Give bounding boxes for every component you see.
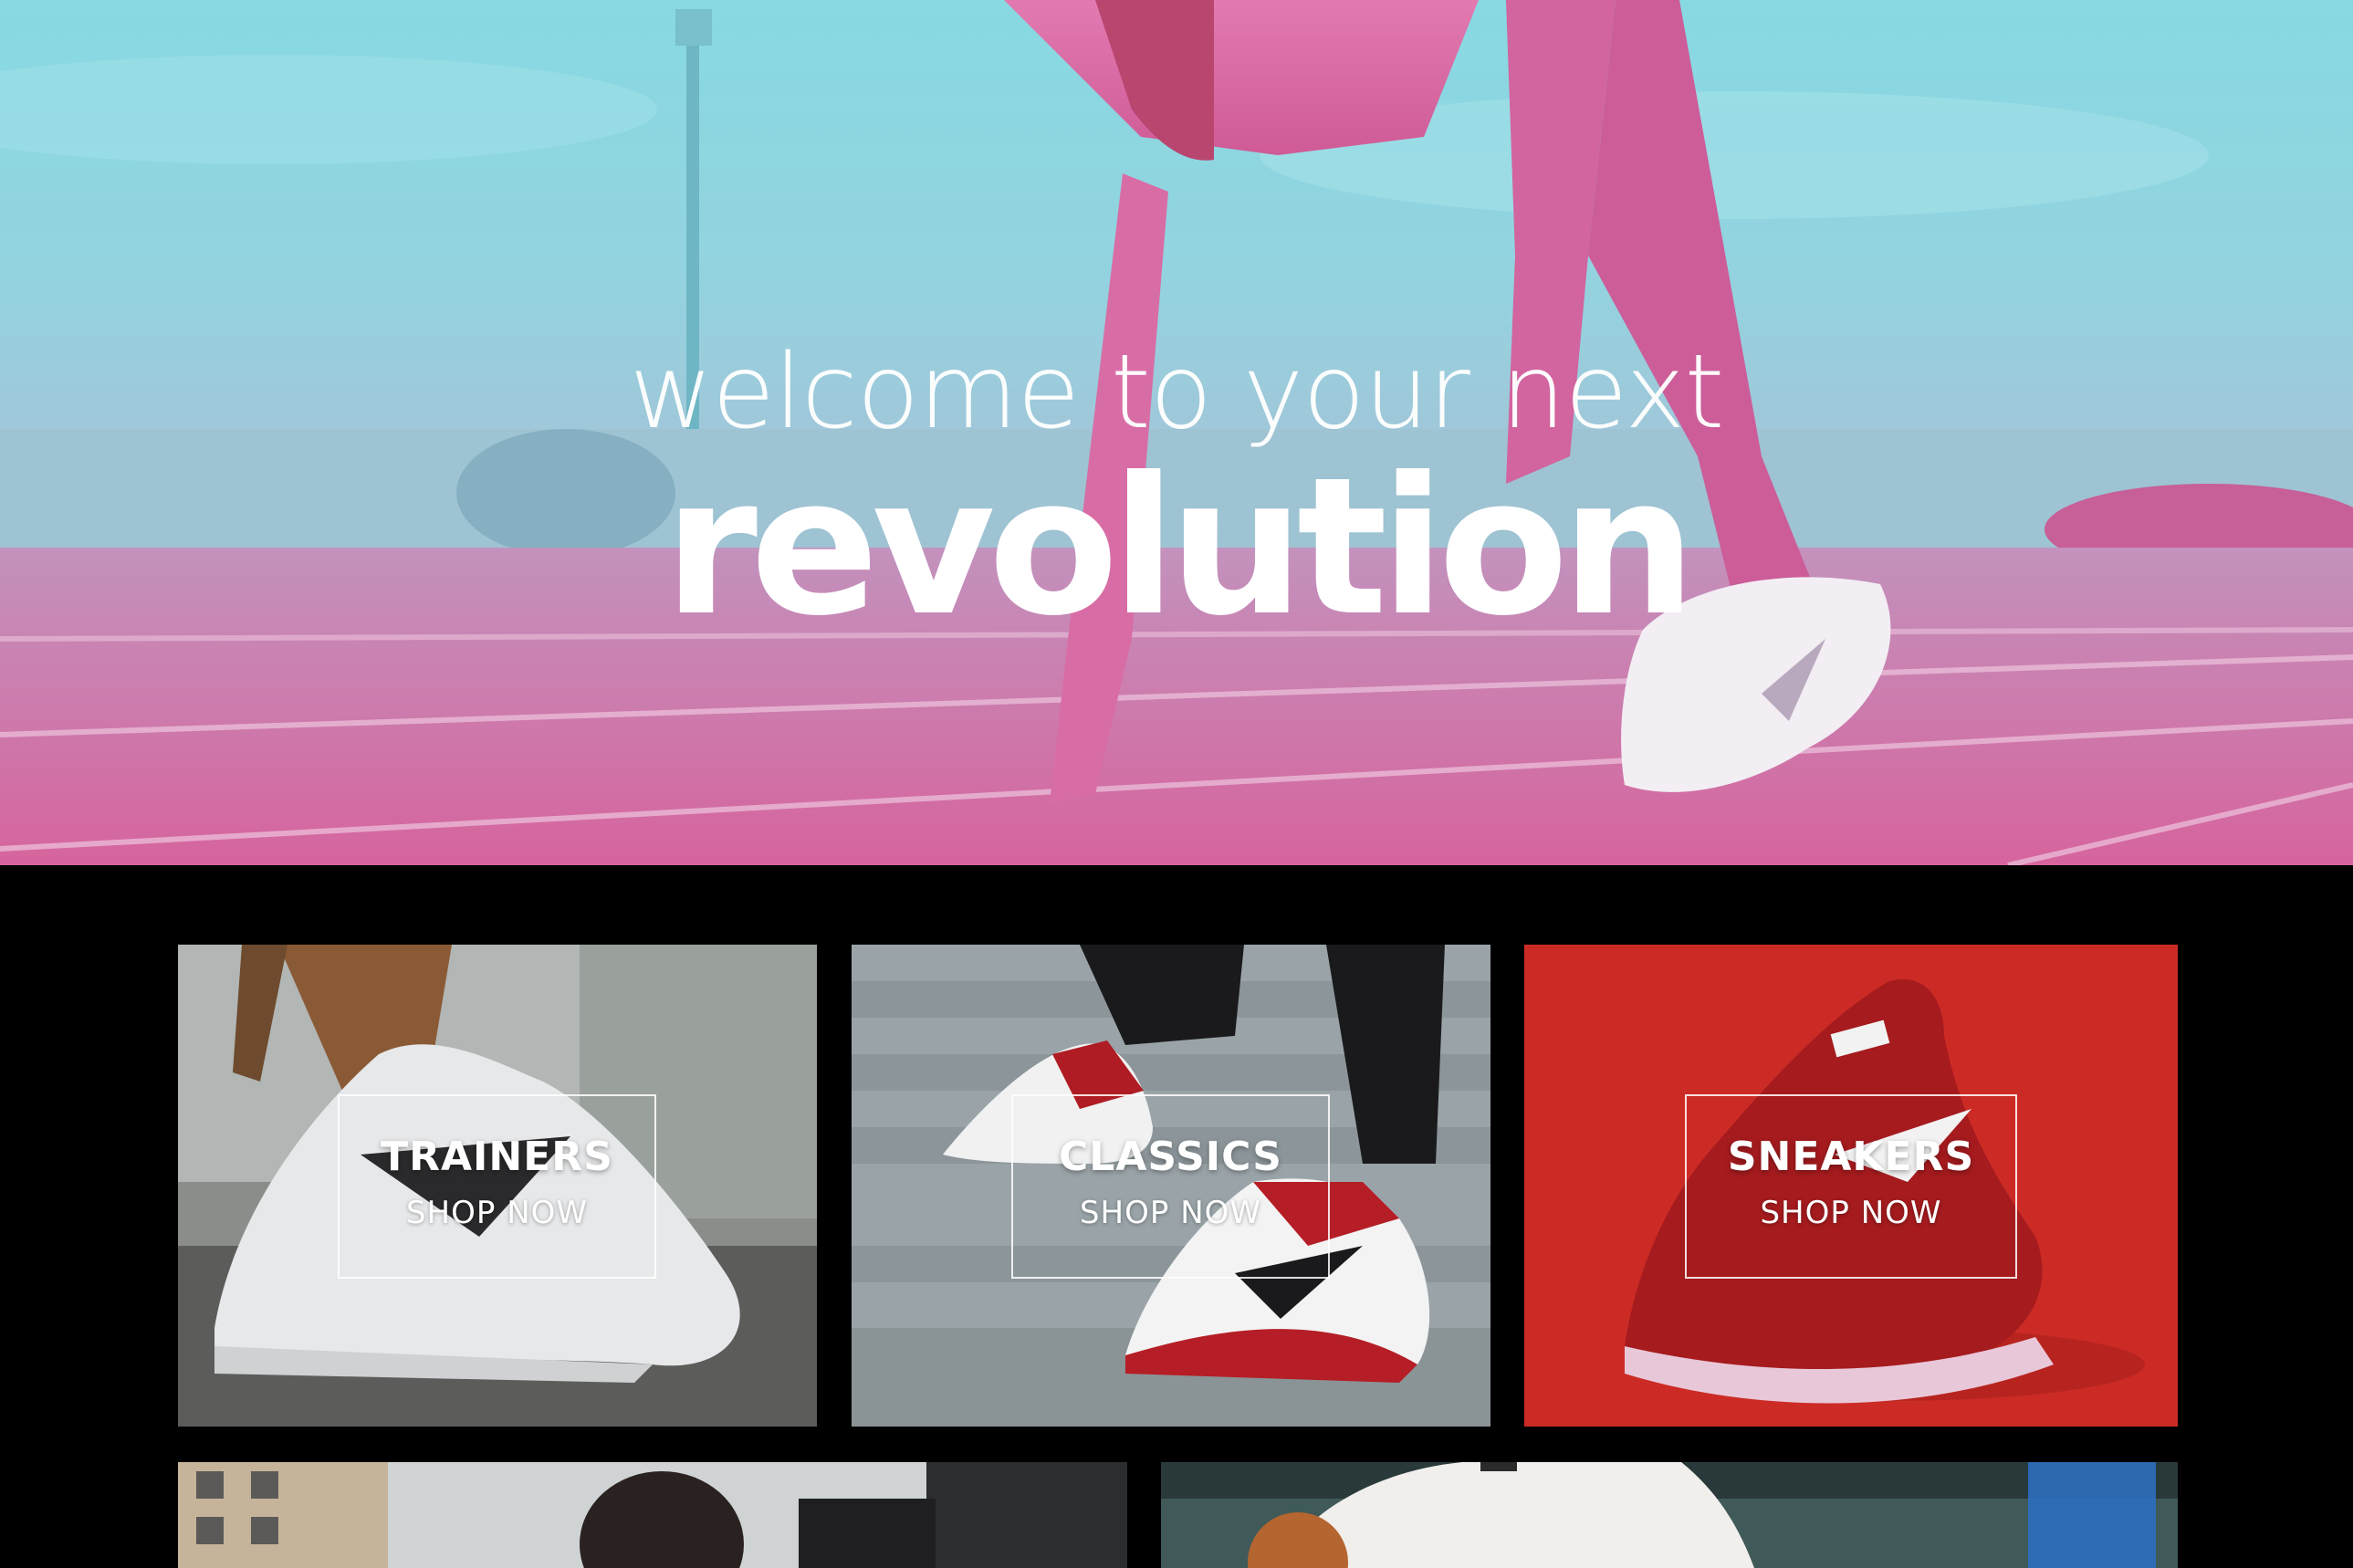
category-card-classics[interactable]: CLASSICS SHOP NOW	[852, 945, 1490, 1427]
trainers-label-frame: TRAINERS SHOP NOW	[338, 1094, 656, 1279]
classics-label-frame: CLASSICS SHOP NOW	[1011, 1094, 1330, 1279]
sneakers-label-frame: SNEAKERS SHOP NOW	[1685, 1094, 2017, 1279]
category-card-sneakers[interactable]: SNEAKERS SHOP NOW	[1524, 945, 2178, 1427]
basketball-player-photo	[1161, 1462, 2178, 1568]
hero-tagline: welcome to your next	[629, 333, 1725, 452]
shop-now-link[interactable]: SHOP NOW	[1760, 1195, 1941, 1231]
hero-heading: welcome to your next revolution	[0, 329, 2353, 658]
category-card-trainers[interactable]: TRAINERS SHOP NOW	[178, 945, 817, 1427]
promo-card-basketball[interactable]	[1161, 1462, 2178, 1568]
category-title: TRAINERS	[381, 1133, 613, 1180]
athlete-stretching-photo	[178, 1462, 1127, 1568]
hero-title: revolution	[664, 437, 1696, 658]
promo-card-athlete[interactable]	[178, 1462, 1127, 1568]
shop-now-link[interactable]: SHOP NOW	[406, 1195, 588, 1231]
category-title: CLASSICS	[1059, 1133, 1282, 1180]
shop-now-link[interactable]: SHOP NOW	[1080, 1195, 1261, 1231]
category-title: SNEAKERS	[1727, 1133, 1975, 1180]
hero-banner: welcome to your next revolution	[0, 0, 2353, 865]
